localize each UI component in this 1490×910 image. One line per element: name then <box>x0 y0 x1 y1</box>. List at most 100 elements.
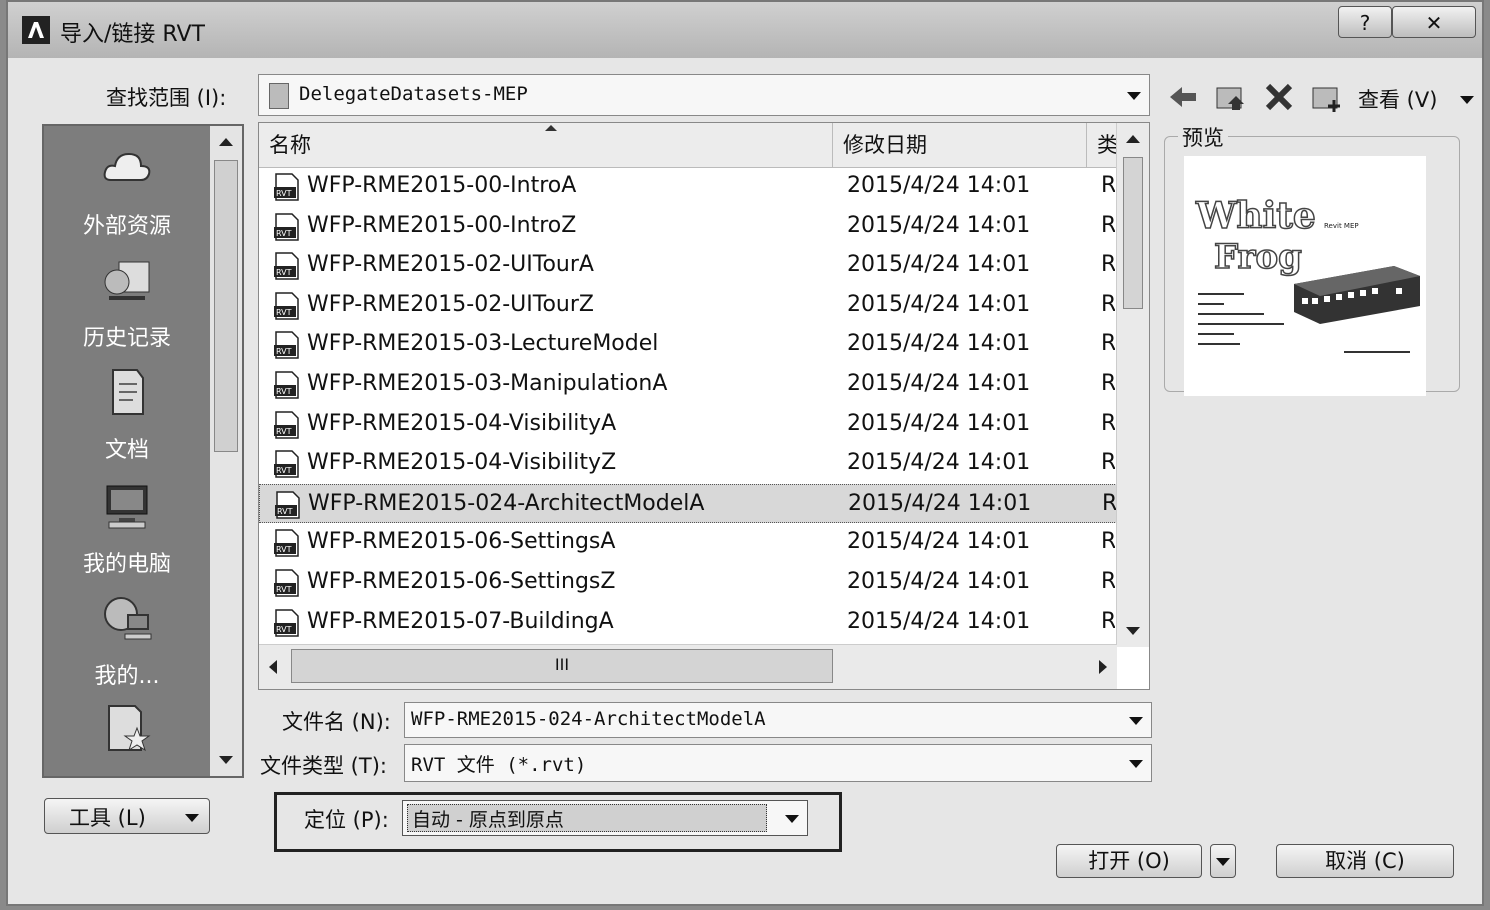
cloud-icon <box>44 140 210 202</box>
file-name: WFP-RME2015-06-SettingsZ <box>307 569 616 594</box>
file-row[interactable]: RVT WFP-RME2015-03-LectureModel 2015/4/24 … <box>259 325 1117 365</box>
rvt-file-icon: RVT <box>274 608 299 637</box>
places-scroll-thumb[interactable] <box>214 160 238 452</box>
network-icon <box>44 590 210 652</box>
file-name: WFP-RME2015-03-LectureModel <box>307 331 659 357</box>
file-name: WFP-RME2015-00-IntroZ <box>307 212 577 238</box>
preview-label: 预览 <box>1178 122 1228 152</box>
column-header-date[interactable]: 修改日期 <box>833 123 1087 167</box>
file-row[interactable]: RVT WFP-RME2015-02-UITourA 2015/4/24 14:01… <box>259 246 1117 286</box>
open-options-button[interactable] <box>1210 844 1236 878</box>
documents-icon <box>44 364 210 426</box>
positioning-dropdown[interactable]: 自动 - 原点到原点 <box>402 800 808 836</box>
lookin-dropdown[interactable]: DelegateDatasets-MEP <box>258 74 1150 116</box>
rvt-file-icon: RVT <box>274 569 299 597</box>
file-type: R <box>1101 450 1115 476</box>
file-name: WFP-RME2015-024-ArchitectModelA <box>308 490 705 516</box>
rvt-file-icon: RVT <box>274 292 299 320</box>
lookin-label: 查找范围 (I): <box>106 86 227 110</box>
scroll-up-icon[interactable] <box>1126 135 1140 143</box>
tools-button[interactable]: 工具 (L) <box>44 798 210 834</box>
dialog-title: 导入/链接 RVT <box>60 22 205 47</box>
file-row[interactable]: RVT WFP-RME2015-04-VisibilityZ 2015/4/24 1… <box>259 444 1117 484</box>
file-row[interactable]: RVT WFP-RME2015-02-UITourZ 2015/4/24 14:01… <box>259 286 1117 326</box>
help-button[interactable]: ? <box>1338 6 1392 38</box>
file-date: 2015/4/24 14:01 <box>847 608 1031 634</box>
folder-icon <box>269 83 289 109</box>
favorites-icon <box>44 700 210 762</box>
file-list-vscrollbar[interactable] <box>1116 123 1149 647</box>
file-row[interactable]: RVT WFP-RME2015-03-ManipulationA 2015/4/24… <box>259 365 1117 405</box>
file-row[interactable]: RVT WFP-RME2015-07-BuildingA 2015/4/24 14:… <box>259 603 1117 643</box>
file-row[interactable]: RVT WFP-RME2015-00-IntroA 2015/4/24 14:01 R <box>259 167 1117 207</box>
up-folder-icon[interactable] <box>1214 80 1248 114</box>
positioning-label: 定位 (P): <box>304 808 389 832</box>
file-rows: RVT WFP-RME2015-00-IntroA 2015/4/24 14:01 R… <box>259 167 1117 645</box>
place-cloud[interactable]: 外部资源 <box>44 140 210 240</box>
rvt-badge: RVT <box>276 545 292 554</box>
delete-icon[interactable] <box>1262 80 1296 114</box>
rvt-file-icon: RVT <box>275 491 300 519</box>
place-computer[interactable]: 我的电脑 <box>44 478 210 578</box>
scroll-left-icon[interactable] <box>269 660 277 674</box>
scroll-down-icon[interactable] <box>219 756 233 764</box>
rvt-badge: RVT <box>277 507 293 516</box>
file-row[interactable]: RVT WFP-RME2015-04-VisibilityA 2015/4/24 1… <box>259 405 1117 445</box>
file-date: 2015/4/24 14:01 <box>847 331 1031 357</box>
file-date: 2015/4/24 14:01 <box>847 529 1031 555</box>
rvt-file-icon: RVT <box>274 529 299 558</box>
view-chevron-icon[interactable] <box>1460 96 1474 104</box>
sort-ascending-icon <box>545 125 557 131</box>
vscroll-thumb[interactable] <box>1123 157 1143 309</box>
view-menu-label[interactable]: 查看 (V) <box>1358 84 1437 114</box>
file-type: R <box>1101 252 1115 278</box>
rvt-badge: RVT <box>276 387 292 396</box>
dialog-client: 查找范围 (I): DelegateDatasets-MEP 查看 (V) 外部… <box>18 58 1474 894</box>
filetype-dropdown[interactable]: RVT 文件 (*.rvt) <box>404 744 1152 782</box>
chevron-down-icon[interactable] <box>785 815 799 823</box>
history-icon <box>44 252 210 314</box>
scroll-up-icon[interactable] <box>219 138 233 146</box>
file-name: WFP-RME2015-03-ManipulationA <box>307 371 668 396</box>
hscroll-thumb[interactable]: III <box>291 649 833 683</box>
chevron-down-icon[interactable] <box>185 814 199 822</box>
import-link-dialog: 导入/链接 RVT ? ✕ 查找范围 (I): DelegateDatasets… <box>6 0 1484 906</box>
file-name: WFP-RME2015-02-UITourA <box>307 252 594 278</box>
place-favorites[interactable] <box>44 700 210 768</box>
rvt-badge: RVT <box>276 585 292 594</box>
file-type: R <box>1101 291 1115 317</box>
file-row[interactable]: RVT WFP-RME2015-00-IntroZ 2015/4/24 14:01 R <box>259 207 1117 247</box>
file-name: WFP-RME2015-02-UITourZ <box>307 291 594 317</box>
file-date: 2015/4/24 14:01 <box>847 410 1031 436</box>
file-row[interactable]: RVT WFP-RME2015-024-ArchitectModelA 2015/4… <box>259 483 1117 524</box>
file-name: WFP-RME2015-04-VisibilityA <box>307 410 617 436</box>
rvt-badge: RVT <box>276 347 292 356</box>
rvt-badge: RVT <box>276 268 292 277</box>
filename-value: WFP-RME2015-024-ArchitectModelA <box>411 708 766 730</box>
chevron-down-icon[interactable] <box>1129 760 1143 768</box>
place-documents[interactable]: 文档 <box>44 364 210 464</box>
chevron-down-icon[interactable] <box>1127 92 1141 100</box>
cancel-button[interactable]: 取消 (C) <box>1276 844 1454 878</box>
chevron-down-icon[interactable] <box>1129 717 1143 725</box>
places-list: 外部资源历史记录文档我的电脑我的... <box>44 126 210 776</box>
new-folder-icon[interactable] <box>1310 80 1344 114</box>
file-date: 2015/4/24 14:01 <box>847 212 1031 238</box>
file-row[interactable]: RVT WFP-RME2015-06-SettingsZ 2015/4/24 14:… <box>259 563 1117 603</box>
file-row[interactable]: RVT WFP-RME2015-06-SettingsA 2015/4/24 14:… <box>259 523 1117 563</box>
scroll-down-icon[interactable] <box>1126 627 1140 635</box>
place-label: 外部资源 <box>82 214 171 239</box>
place-network[interactable]: 我的... <box>44 590 210 690</box>
place-history[interactable]: 历史记录 <box>44 252 210 352</box>
close-button[interactable]: ✕ <box>1392 6 1476 38</box>
file-type: R <box>1101 331 1115 357</box>
file-list-hscrollbar[interactable]: III <box>259 644 1117 689</box>
filetype-value: RVT 文件 (*.rvt) <box>411 754 587 776</box>
scroll-right-icon[interactable] <box>1099 660 1107 674</box>
file-name: WFP-RME2015-00-IntroA <box>307 173 577 198</box>
open-button[interactable]: 打开 (O) <box>1056 844 1202 878</box>
places-scrollbar[interactable] <box>210 126 242 776</box>
filename-input[interactable]: WFP-RME2015-024-ArchitectModelA <box>404 702 1152 738</box>
back-icon[interactable] <box>1166 80 1200 114</box>
file-type: R <box>1101 608 1115 634</box>
